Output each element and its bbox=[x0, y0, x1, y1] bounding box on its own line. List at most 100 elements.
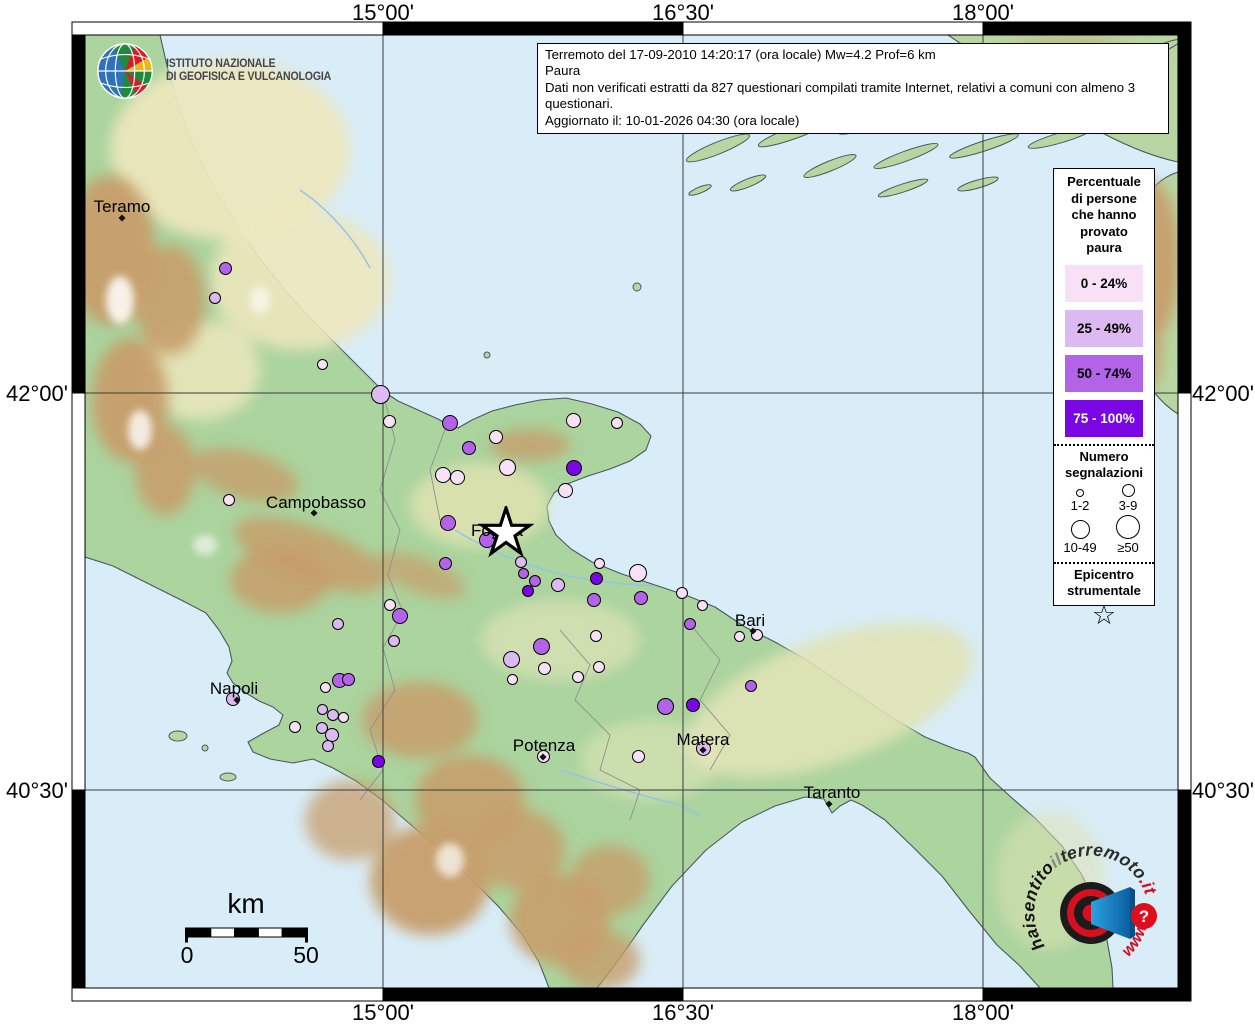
questionnaire-point bbox=[657, 698, 674, 715]
questionnaire-point bbox=[594, 558, 605, 569]
legend-swatch-0-24: 0 - 24% bbox=[1065, 265, 1143, 302]
legend-count-10-49: 10-49 bbox=[1057, 515, 1103, 555]
epicenter-star-icon: ☆ bbox=[1054, 602, 1154, 628]
questionnaire-point bbox=[518, 568, 529, 579]
questionnaire-point bbox=[371, 385, 390, 404]
legend-separator bbox=[1054, 444, 1154, 446]
questionnaire-point bbox=[462, 441, 476, 455]
questionnaire-point bbox=[320, 682, 331, 693]
questionnaire-point bbox=[439, 557, 452, 570]
legend-separator bbox=[1054, 562, 1154, 564]
questionnaire-point bbox=[590, 572, 603, 585]
questionnaire-point bbox=[593, 661, 605, 673]
legend-count-1-2: 1-2 bbox=[1057, 484, 1103, 513]
watermark-text-haisentito: haisentito bbox=[1018, 857, 1058, 954]
legend-title: Percentuale di persone che hanno provato… bbox=[1054, 174, 1154, 257]
questionnaire-point bbox=[503, 651, 520, 668]
info-line-updated: Aggiornato il: 10-01-2026 04:30 (ora loc… bbox=[545, 113, 1161, 129]
questionnaire-point bbox=[629, 564, 647, 582]
questionnaire-point bbox=[522, 585, 534, 597]
questionnaire-point bbox=[551, 578, 565, 592]
legend-swatch-50-74: 50 - 74% bbox=[1065, 355, 1143, 392]
questionnaire-point bbox=[289, 721, 301, 733]
questionnaire-point bbox=[538, 662, 551, 675]
questionnaire-point bbox=[442, 415, 458, 431]
questionnaire-point bbox=[587, 593, 601, 607]
earthquake-info-box: Terremoto del 17-09-2010 14:20:17 (ora l… bbox=[537, 43, 1169, 134]
questionnaire-point bbox=[611, 417, 623, 429]
questionnaire-point bbox=[223, 494, 235, 506]
scalebar-title: km bbox=[186, 888, 306, 920]
city-label-potenza: Potenza bbox=[513, 736, 575, 756]
ingv-logo-text: ISTITUTO NAZIONALE DI GEOFISICA E VULCAN… bbox=[166, 58, 331, 85]
questionnaire-point bbox=[499, 459, 516, 476]
questionnaire-point bbox=[317, 359, 328, 370]
questionnaire-point bbox=[322, 740, 334, 752]
axis-label-right-42: 42°00' bbox=[1168, 381, 1255, 407]
questionnaire-point bbox=[435, 467, 451, 483]
questionnaire-point bbox=[388, 635, 400, 647]
questionnaire-point bbox=[684, 618, 696, 630]
questionnaire-point bbox=[209, 292, 221, 304]
info-line-event: Terremoto del 17-09-2010 14:20:17 (ora l… bbox=[545, 47, 1161, 63]
scalebar-start-label: 0 bbox=[157, 942, 217, 969]
watermark-question-mark: ? bbox=[1139, 907, 1149, 926]
legend-epicenter-title: Epicentro strumentale bbox=[1054, 567, 1154, 600]
questionnaire-point bbox=[338, 712, 349, 723]
questionnaire-point bbox=[697, 600, 708, 611]
epicenter-star bbox=[478, 506, 534, 560]
count-circle-medium-icon bbox=[1122, 484, 1135, 497]
legend-count-symbols: 1-2 3-9 10-49 ≥50 bbox=[1054, 482, 1154, 555]
city-label-matera: Matera bbox=[677, 730, 730, 750]
haisentitoilterremoto-logo: haisentitoilterremoto.it www. ? bbox=[1018, 843, 1198, 1021]
axis-label-top-18: 18°00' bbox=[928, 0, 1038, 26]
questionnaire-point bbox=[566, 413, 581, 428]
axis-label-bottom-15: 15°00' bbox=[328, 1000, 438, 1026]
count-circle-xlarge-icon bbox=[1116, 515, 1140, 539]
info-line-map-type: Paura bbox=[545, 63, 1161, 79]
city-label-taranto: Taranto bbox=[804, 783, 861, 803]
questionnaire-point bbox=[332, 618, 344, 630]
legend-swatch-75-100: 75 - 100% bbox=[1065, 400, 1143, 437]
count-circle-large-icon bbox=[1071, 520, 1090, 539]
questionnaire-point bbox=[634, 591, 648, 605]
questionnaire-point bbox=[734, 631, 745, 642]
questionnaire-point bbox=[219, 262, 232, 275]
info-line-data-note: Dati non verificati estratti da 827 ques… bbox=[545, 80, 1161, 113]
axis-label-bottom-1630: 16°30' bbox=[628, 1000, 738, 1026]
questionnaire-point bbox=[372, 755, 385, 768]
questionnaire-point bbox=[566, 460, 582, 476]
questionnaire-point bbox=[558, 483, 573, 498]
legend-counts-title: Numero segnalazioni bbox=[1054, 449, 1154, 482]
questionnaire-point bbox=[450, 470, 465, 485]
city-label-napoli: Napoli bbox=[210, 679, 258, 699]
city-label-campobasso: Campobasso bbox=[266, 493, 366, 513]
legend-swatch-25-49: 25 - 49% bbox=[1065, 310, 1143, 347]
count-circle-small-icon bbox=[1076, 489, 1084, 497]
questionnaire-point bbox=[317, 704, 328, 715]
legend: Percentuale di persone che hanno provato… bbox=[1053, 168, 1155, 606]
axis-label-left-42: 42°00' bbox=[0, 381, 92, 407]
axis-label-left-4030: 40°30' bbox=[0, 778, 92, 804]
questionnaire-point bbox=[392, 608, 408, 624]
ingv-logo: ISTITUTO NAZIONALE DI GEOFISICA E VULCAN… bbox=[94, 40, 345, 102]
axis-label-top-15: 15°00' bbox=[328, 0, 438, 26]
questionnaire-point bbox=[507, 674, 518, 685]
ingv-globe-icon bbox=[94, 40, 156, 102]
questionnaire-point bbox=[676, 587, 688, 599]
scalebar-end-label: 50 bbox=[276, 942, 336, 969]
axis-label-right-4030: 40°30' bbox=[1168, 778, 1255, 804]
city-label-teramo: Teramo bbox=[94, 197, 151, 217]
legend-count-3-9: 3-9 bbox=[1105, 484, 1151, 513]
questionnaire-point bbox=[745, 680, 757, 692]
questionnaire-point bbox=[686, 698, 700, 712]
questionnaire-point bbox=[590, 630, 602, 642]
questionnaire-point bbox=[383, 415, 396, 428]
questionnaire-point bbox=[489, 430, 503, 444]
axis-label-top-1630: 16°30' bbox=[628, 0, 738, 26]
questionnaire-point bbox=[342, 673, 355, 686]
legend-count-50plus: ≥50 bbox=[1105, 515, 1151, 555]
questionnaire-point bbox=[533, 638, 550, 655]
questionnaire-point bbox=[440, 515, 456, 531]
questionnaire-point bbox=[572, 671, 584, 683]
